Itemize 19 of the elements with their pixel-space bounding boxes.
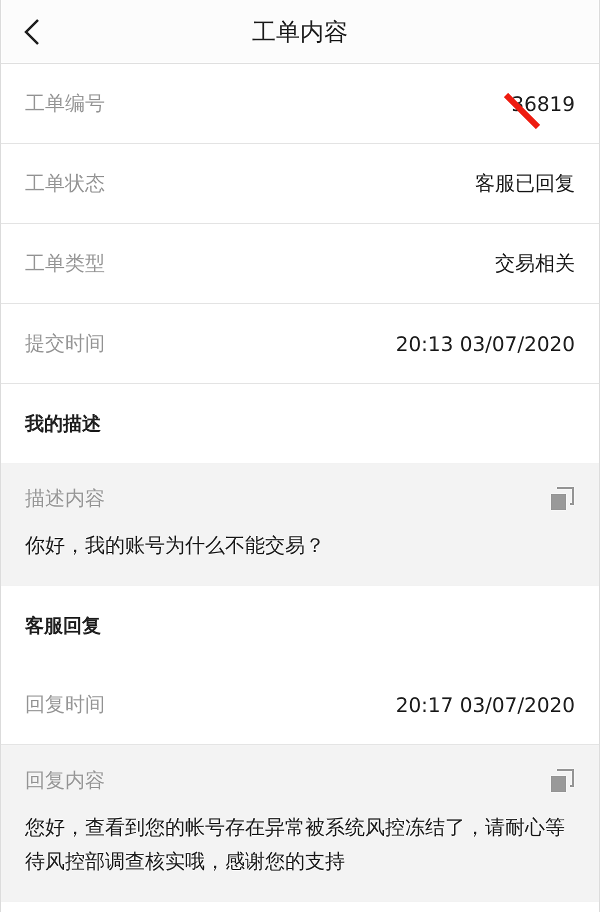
content-label: 回复内容 [25, 767, 105, 794]
back-icon[interactable] [23, 18, 41, 46]
page-title: 工单内容 [252, 16, 348, 48]
copy-icon[interactable] [549, 768, 575, 794]
field-label: 工单状态 [25, 170, 105, 197]
field-label: 提交时间 [25, 330, 105, 357]
content-text: 你好，我的账号为什么不能交易？ [25, 532, 326, 559]
field-label: 工单编号 [25, 90, 105, 117]
section-heading: 客服回复 [24, 614, 102, 638]
section-heading: 我的描述 [24, 412, 102, 436]
field-value: 客服已回复 [475, 170, 575, 197]
field-label: 回复时间 [25, 691, 105, 718]
content-label: 描述内容 [25, 485, 105, 512]
field-value: 交易相关 [495, 250, 575, 277]
content-text: 您好，查看到您的帐号存在异常被系统风控冻结了，请耐心等待风控部调查核实哦，感谢您的支持 [25, 814, 566, 875]
field-label: 工单类型 [25, 250, 105, 277]
copy-icon[interactable] [549, 486, 575, 512]
field-value: 20:17 03/07/2020 [396, 692, 575, 716]
field-value: 20:13 03/07/2020 [396, 332, 575, 356]
